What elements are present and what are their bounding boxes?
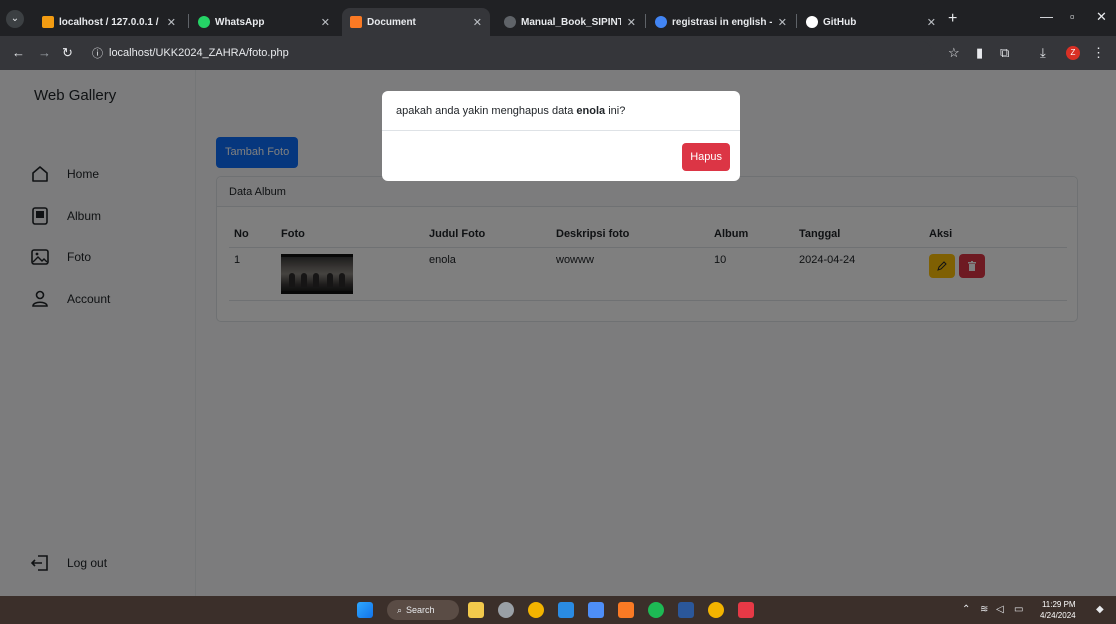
chrome-icon[interactable]	[528, 602, 544, 618]
google-icon	[655, 16, 667, 28]
taskbar-search[interactable]: ⌕ Search	[387, 600, 459, 620]
xampp-icon	[350, 16, 362, 28]
word-icon[interactable]	[678, 602, 694, 618]
maximize-icon[interactable]: ▫	[1070, 9, 1075, 24]
profile-avatar[interactable]: Z	[1066, 46, 1080, 60]
windows-taskbar: ⌕ Search ⌃ ≋ ◁ ▭ 11:29 PM 4/24/2024 ◆	[0, 596, 1116, 624]
tab-search-chevron-icon[interactable]: ⌄	[6, 10, 24, 28]
modal-message-suffix: ini?	[605, 105, 626, 117]
confirm-delete-button[interactable]: Hapus	[682, 143, 730, 171]
tab-phpmyadmin[interactable]: localhost / 127.0.0.1 / ukk ✕	[34, 8, 184, 36]
tab-title: WhatsApp	[215, 16, 265, 28]
file-explorer-icon[interactable]	[468, 602, 484, 618]
close-icon[interactable]: ✕	[627, 16, 636, 29]
tab-separator	[645, 14, 646, 28]
tab-whatsapp[interactable]: WhatsApp ✕	[190, 8, 338, 36]
tab-title: Document	[367, 16, 416, 28]
tab-google-search[interactable]: registrasi in english - Goo ✕	[647, 8, 795, 36]
close-icon[interactable]: ✕	[473, 16, 482, 29]
github-icon	[806, 16, 818, 28]
app-grid-icon[interactable]	[738, 602, 754, 618]
tab-title: registrasi in english - Goo	[672, 16, 772, 28]
whatsapp-icon	[198, 16, 210, 28]
more-menu-icon[interactable]: ⋮	[1092, 45, 1105, 61]
phpmyadmin-icon	[42, 16, 54, 28]
volume-icon[interactable]: ◁	[996, 604, 1004, 615]
notification-icon[interactable]: ◆	[1096, 604, 1104, 615]
tab-github[interactable]: GitHub ✕	[798, 8, 944, 36]
tab-separator	[796, 14, 797, 28]
tab-title: GitHub	[823, 16, 857, 28]
extension-icon[interactable]: ▮	[976, 45, 983, 61]
delete-confirm-modal: apakah anda yakin menghapus data enola i…	[382, 91, 740, 181]
clock-time: 11:29 PM	[1041, 600, 1076, 609]
forward-arrow-icon[interactable]: →	[38, 45, 51, 60]
tab-document[interactable]: Document ✕	[342, 8, 490, 36]
search-icon: ⌕	[397, 604, 403, 615]
browser-toolbar: ← → ↻ ⓘ localhost/UKK2024_ZAHRA/foto.php…	[0, 36, 1116, 70]
close-icon[interactable]: ✕	[321, 16, 330, 29]
wifi-icon[interactable]: ≋	[980, 604, 988, 615]
tab-manual-book[interactable]: Manual_Book_SIPINTER.p ✕	[496, 8, 644, 36]
address-bar[interactable]: ⓘ localhost/UKK2024_ZAHRA/foto.php	[92, 41, 932, 65]
site-info-icon[interactable]: ⓘ	[92, 45, 103, 61]
modal-message: apakah anda yakin menghapus data enola i…	[382, 91, 740, 131]
clock-date: 4/24/2024	[1040, 611, 1076, 620]
close-icon[interactable]: ✕	[778, 16, 787, 29]
window-close-icon[interactable]: ✕	[1096, 9, 1107, 25]
close-icon[interactable]: ✕	[927, 16, 936, 29]
bookmark-star-icon[interactable]: ☆	[948, 45, 960, 61]
battery-icon[interactable]: ▭	[1014, 604, 1023, 615]
search-label: Search	[406, 605, 435, 615]
chrome-active-icon[interactable]	[708, 602, 724, 618]
close-icon[interactable]: ✕	[167, 16, 176, 29]
app-icon[interactable]	[588, 602, 604, 618]
puzzle-icon[interactable]: ⧉	[1000, 45, 1009, 61]
vscode-icon[interactable]	[558, 602, 574, 618]
address-url: localhost/UKK2024_ZAHRA/foto.php	[109, 47, 289, 59]
windows-start-icon[interactable]	[357, 602, 373, 618]
camera-icon[interactable]	[498, 602, 514, 618]
page: Web Gallery Home Album Foto Account Log …	[0, 70, 1116, 596]
new-tab-plus-icon[interactable]: +	[948, 10, 957, 28]
taskbar-clock[interactable]: 11:29 PM 4/24/2024	[1040, 599, 1076, 621]
modal-message-item: enola	[576, 105, 606, 117]
xampp-icon[interactable]	[618, 602, 634, 618]
tab-separator	[188, 14, 189, 28]
download-icon[interactable]: ⤓	[1040, 45, 1046, 61]
tab-title: Manual_Book_SIPINTER.p	[521, 16, 621, 28]
tab-title: localhost / 127.0.0.1 / ukk	[59, 16, 161, 28]
back-arrow-icon[interactable]: ←	[12, 45, 25, 60]
modal-message-prefix: apakah anda yakin menghapus data	[396, 105, 577, 117]
minimize-icon[interactable]: —	[1040, 9, 1053, 24]
tray-chevron-icon[interactable]: ⌃	[962, 604, 970, 615]
reload-icon[interactable]: ↻	[62, 45, 73, 61]
browser-tab-bar: ⌄ localhost / 127.0.0.1 / ukk ✕ WhatsApp…	[0, 0, 1116, 36]
globe-icon	[504, 16, 516, 28]
spotify-icon[interactable]	[648, 602, 664, 618]
